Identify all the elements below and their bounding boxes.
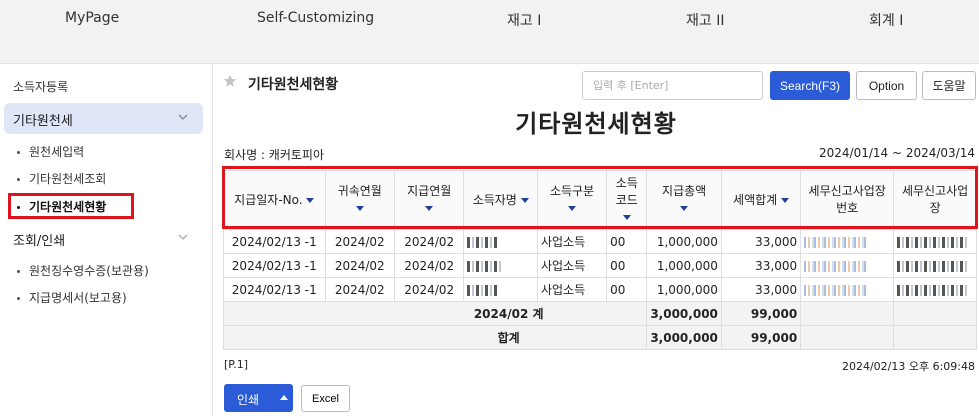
- total-empty-cell: [800, 325, 895, 350]
- cell-payment-date: 2024/02/13 -1: [223, 229, 326, 254]
- print-button-label: 인쇄: [237, 393, 260, 407]
- top-navigation: MyPage Self-Customizing 재고 I 재고 II 회계 I: [0, 0, 979, 64]
- subtotal-empty-cell: [893, 301, 977, 326]
- cell-attribution-month: 2024/02: [324, 229, 396, 254]
- cell-payment-date: 2024/02/13 -1: [223, 277, 326, 302]
- cell-business-place-redacted: [893, 229, 977, 254]
- table-row[interactable]: 2024/02/13 -1 2024/02 2024/02 사업소득 00 1,…: [223, 229, 977, 254]
- sidebar-item-withholding-input[interactable]: 원천세입력: [17, 143, 84, 160]
- highlight-box-sidebar: [8, 193, 134, 219]
- sidebar: 소득자등록 기타원천세 원천세입력 기타원천세조회 기타원천세현황 조회/인쇄 …: [0, 64, 213, 416]
- total-row: 합계 3,000,000 99,000: [222, 325, 977, 350]
- total-total-paid: 3,000,000: [646, 325, 722, 350]
- cell-payment-month: 2024/02: [393, 229, 465, 254]
- cell-business-place-redacted: [893, 277, 977, 302]
- report-period: 2024/01/14 ~ 2024/03/14: [818, 146, 975, 160]
- bullet-icon: [17, 151, 20, 154]
- cell-total-paid: 1,000,000: [646, 229, 722, 254]
- nav-mypage[interactable]: MyPage: [65, 10, 119, 26]
- cell-attribution-month: 2024/02: [324, 253, 396, 278]
- option-button[interactable]: Option: [856, 71, 917, 100]
- cell-income-type: 사업소득: [536, 277, 608, 302]
- sidebar-group-other-withholding[interactable]: 기타원천세: [4, 103, 203, 134]
- sidebar-group-inquiry-print[interactable]: 조회/인쇄: [4, 223, 203, 254]
- total-tax-total: 99,000: [720, 325, 802, 350]
- nav-inventory-1[interactable]: 재고 I: [507, 10, 541, 30]
- cell-tax-total: 33,000: [720, 277, 802, 302]
- subtotal-total-paid: 3,000,000: [646, 301, 722, 326]
- favorite-star-icon[interactable]: [223, 74, 237, 88]
- table-row[interactable]: 2024/02/13 -1 2024/02 2024/02 사업소득 00 1,…: [223, 253, 977, 278]
- sidebar-group-label: 기타원천세: [13, 114, 73, 129]
- chevron-down-icon: [178, 114, 188, 120]
- company-name: 회사명 : 캐커토피아: [224, 148, 324, 162]
- page-number: [P.1]: [224, 358, 248, 371]
- cell-business-place-redacted: [893, 253, 977, 278]
- cell-income-code: 00: [606, 229, 648, 254]
- cell-income-code: 00: [606, 277, 648, 302]
- search-input[interactable]: [582, 71, 763, 100]
- sidebar-item-withholding-receipt[interactable]: 원천징수영수증(보관용): [17, 262, 149, 279]
- cell-payment-month: 2024/02: [393, 277, 465, 302]
- bullet-icon: [17, 297, 20, 300]
- main-content: 기타원천세현황 Search(F3) Option 도움말 기타원천세현황 회사…: [213, 64, 979, 416]
- cell-earner-name-redacted: [463, 253, 538, 278]
- bullet-icon: [17, 270, 20, 273]
- cell-total-paid: 1,000,000: [646, 277, 722, 302]
- print-button[interactable]: 인쇄: [224, 384, 293, 412]
- cell-income-type: 사업소득: [536, 229, 608, 254]
- subtotal-label: 2024/02 계: [222, 301, 648, 326]
- total-empty-cell: [893, 325, 977, 350]
- subtotal-row: 2024/02 계 3,000,000 99,000: [222, 301, 977, 326]
- subtotal-tax-total: 99,000: [720, 301, 802, 326]
- table-row[interactable]: 2024/02/13 -1 2024/02 2024/02 사업소득 00 1,…: [223, 277, 977, 302]
- caret-up-icon[interactable]: [280, 395, 288, 400]
- sidebar-item-income-earner-registration[interactable]: 소득자등록: [13, 78, 68, 95]
- cell-business-number-redacted: [800, 277, 895, 302]
- printed-timestamp: 2024/02/13 오후 6:09:48: [841, 360, 975, 373]
- nav-accounting-1[interactable]: 회계 I: [869, 10, 903, 30]
- nav-inventory-2[interactable]: 재고 II: [686, 10, 724, 30]
- report-title: 기타원천세현황: [515, 110, 677, 138]
- cell-earner-name-redacted: [463, 229, 538, 254]
- cell-total-paid: 1,000,000: [646, 253, 722, 278]
- nav-self-customizing[interactable]: Self-Customizing: [257, 10, 374, 26]
- cell-attribution-month: 2024/02: [324, 277, 396, 302]
- cell-tax-total: 33,000: [720, 229, 802, 254]
- chevron-down-icon: [178, 234, 188, 240]
- cell-payment-date: 2024/02/13 -1: [223, 253, 326, 278]
- cell-payment-month: 2024/02: [393, 253, 465, 278]
- sidebar-item-payment-statement[interactable]: 지급명세서(보고용): [17, 289, 127, 306]
- cell-business-number-redacted: [800, 229, 895, 254]
- cell-income-code: 00: [606, 253, 648, 278]
- subtotal-empty-cell: [800, 301, 895, 326]
- help-button[interactable]: 도움말: [922, 71, 976, 100]
- sidebar-item-withholding-inquiry[interactable]: 기타원천세조회: [17, 170, 106, 187]
- cell-tax-total: 33,000: [720, 253, 802, 278]
- total-label: 합계: [222, 325, 648, 350]
- cell-income-type: 사업소득: [536, 253, 608, 278]
- page-title: 기타원천세현황: [248, 77, 339, 93]
- cell-business-number-redacted: [800, 253, 895, 278]
- sidebar-group-label: 조회/인쇄: [13, 234, 66, 249]
- search-button[interactable]: Search(F3): [770, 71, 850, 100]
- bullet-icon: [17, 178, 20, 181]
- excel-button[interactable]: Excel: [301, 385, 350, 412]
- cell-earner-name-redacted: [463, 277, 538, 302]
- highlight-box-table-header: [222, 166, 978, 229]
